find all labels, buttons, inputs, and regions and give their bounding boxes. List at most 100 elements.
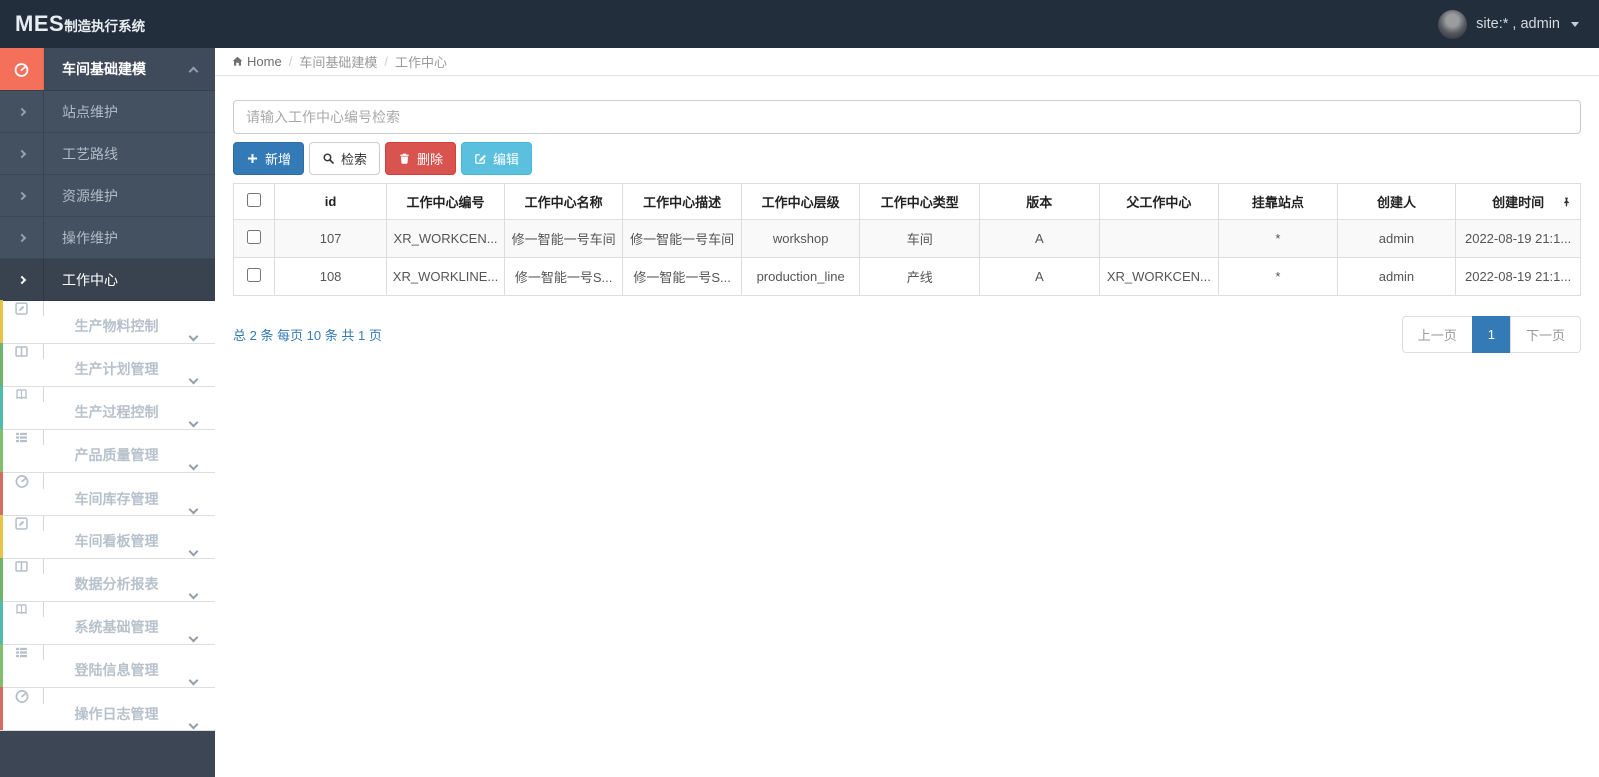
sidebar-item-data-analysis-report[interactable]: 数据分析报表	[0, 558, 215, 602]
chevron-down-icon	[188, 632, 199, 643]
work-center-table: id 工作中心编号 工作中心名称 工作中心描述 工作中心层级 工作中心类型 版本…	[233, 183, 1581, 296]
cell-creator: admin	[1336, 219, 1457, 258]
page-1-button[interactable]: 1	[1471, 316, 1511, 353]
sidebar-item-label: 工作中心	[62, 271, 118, 288]
chevron-down-icon	[188, 589, 199, 600]
chevron-down-icon	[188, 675, 199, 686]
cell-code: XR_WORKCEN...	[386, 219, 505, 258]
stripe	[0, 687, 3, 730]
edit-button[interactable]: 编辑	[461, 142, 533, 175]
cell-name: 修一智能一号车间	[503, 219, 624, 258]
user-label: site:* , admin	[1476, 16, 1560, 32]
row-checkbox[interactable]	[246, 230, 261, 244]
cell-created: 2022-08-19 21:1...	[1455, 219, 1581, 258]
header-type: 工作中心类型	[859, 183, 980, 220]
table-row[interactable]: 108 XR_WORKLINE... 修一智能一号S... 修一智能一号S...…	[233, 257, 1581, 296]
chevron-down-icon	[188, 374, 199, 385]
chevron-down-icon	[188, 546, 199, 557]
plus-icon	[246, 152, 259, 165]
chevron-right-icon	[17, 233, 26, 242]
sidebar-item-production-plan-management[interactable]: 生产计划管理	[0, 343, 215, 387]
sidebar-item-label: 生产物料控制	[74, 318, 159, 334]
sidebar-item-workshop-inventory-management[interactable]: 车间库存管理	[0, 472, 215, 516]
list-icon	[14, 430, 29, 445]
sidebar-item-label: 资源维护	[62, 187, 118, 204]
pagination: 总 2 条 每页 10 条 共 1 页 上一页 1 下一页	[233, 316, 1581, 353]
sidebar-item-product-quality-management[interactable]: 产品质量管理	[0, 429, 215, 473]
pager: 上一页 1 下一页	[1401, 316, 1581, 353]
sidebar-item-work-center[interactable]: 工作中心	[0, 259, 215, 301]
stripe	[0, 515, 3, 558]
sidebar-item-operation-log-management[interactable]: 操作日志管理	[0, 687, 215, 731]
pin-icon[interactable]	[1561, 196, 1572, 207]
chevron-right-icon	[17, 275, 26, 284]
sidebar-item-login-info-management[interactable]: 登陆信息管理	[0, 644, 215, 688]
select-all-checkbox[interactable]	[246, 193, 261, 207]
sidebar-item-resource-maintenance[interactable]: 资源维护	[0, 175, 215, 217]
breadcrumb-home[interactable]: Home	[231, 54, 282, 69]
header-checkbox-cell	[233, 183, 275, 220]
cell-type: 车间	[859, 219, 980, 258]
sidebar-item-production-material-control[interactable]: 生产物料控制	[0, 300, 215, 344]
sidebar-item-label: 操作维护	[62, 229, 118, 246]
sidebar-fill	[0, 731, 215, 777]
search-icon	[322, 152, 335, 165]
sidebar-item-production-process-control[interactable]: 生产过程控制	[0, 386, 215, 430]
prev-page-button[interactable]: 上一页	[1401, 316, 1473, 353]
cell-created: 2022-08-19 21:1...	[1455, 257, 1581, 296]
user-menu[interactable]: site:* , admin	[1438, 9, 1579, 39]
sidebar-item-process-route[interactable]: 工艺路线	[0, 133, 215, 175]
search-button[interactable]: 检索	[309, 142, 381, 175]
sidebar-item-workshop-basic-modeling[interactable]: 车间基础建模	[0, 48, 215, 91]
table-row[interactable]: 107 XR_WORKCEN... 修一智能一号车间 修一智能一号车间 work…	[233, 219, 1581, 258]
header-level: 工作中心层级	[740, 183, 861, 220]
columns-icon	[14, 344, 29, 359]
delete-button[interactable]: 删除	[385, 142, 457, 175]
sidebar-item-site-maintenance[interactable]: 站点维护	[0, 91, 215, 133]
cell-station: *	[1218, 219, 1338, 258]
breadcrumb-separator: /	[288, 54, 293, 69]
row-checkbox[interactable]	[246, 268, 261, 282]
book-icon	[14, 387, 29, 402]
chevron-right-icon	[17, 191, 26, 200]
home-icon	[231, 55, 244, 68]
next-page-button[interactable]: 下一页	[1509, 316, 1581, 353]
cell-name: 修一智能一号S...	[503, 257, 624, 296]
search-input[interactable]	[233, 100, 1581, 134]
sidebar-item-operation-maintenance[interactable]: 操作维护	[0, 217, 215, 259]
sidebar-item-label: 产品质量管理	[74, 447, 159, 463]
stripe	[0, 601, 3, 644]
breadcrumb-item[interactable]: 车间基础建模	[299, 52, 377, 71]
cell-level: workshop	[740, 219, 861, 258]
top-navbar: MES 制造执行系统 site:* , admin	[0, 0, 1599, 48]
header-version: 版本	[979, 183, 1100, 220]
cell-station: *	[1218, 257, 1338, 296]
add-button[interactable]: 新增	[233, 142, 305, 175]
chevron-down-icon	[188, 331, 199, 342]
cell-desc: 修一智能一号车间	[622, 219, 742, 258]
chevron-up-icon	[188, 66, 199, 76]
sidebar-item-label: 车间库存管理	[74, 491, 159, 507]
sidebar-item-label: 数据分析报表	[74, 576, 159, 592]
header-id: id	[273, 183, 388, 220]
sidebar-item-label: 工艺路线	[62, 145, 118, 162]
table-header-row: id 工作中心编号 工作中心名称 工作中心描述 工作中心层级 工作中心类型 版本…	[233, 183, 1581, 220]
cell-id: 108	[273, 257, 388, 296]
chevron-down-icon	[188, 504, 199, 515]
sidebar-item-label: 生产计划管理	[74, 361, 159, 377]
app-logo[interactable]: MES 制造执行系统	[15, 11, 145, 37]
book-icon	[14, 602, 29, 617]
chevron-down-icon	[188, 460, 199, 471]
trash-icon	[398, 152, 411, 165]
sidebar-item-label: 登陆信息管理	[74, 662, 159, 678]
gauge-icon	[14, 473, 30, 489]
header-station: 挂靠站点	[1218, 183, 1338, 220]
stripe	[0, 300, 3, 343]
header-created: 创建时间	[1455, 183, 1581, 220]
cell-id: 107	[273, 219, 388, 258]
sidebar-item-workshop-kanban-management[interactable]: 车间看板管理	[0, 515, 215, 559]
sidebar-item-system-basic-management[interactable]: 系统基础管理	[0, 601, 215, 645]
sidebar-item-label: 站点维护	[62, 103, 118, 120]
chevron-right-icon	[17, 149, 26, 158]
edit-icon	[474, 152, 487, 165]
